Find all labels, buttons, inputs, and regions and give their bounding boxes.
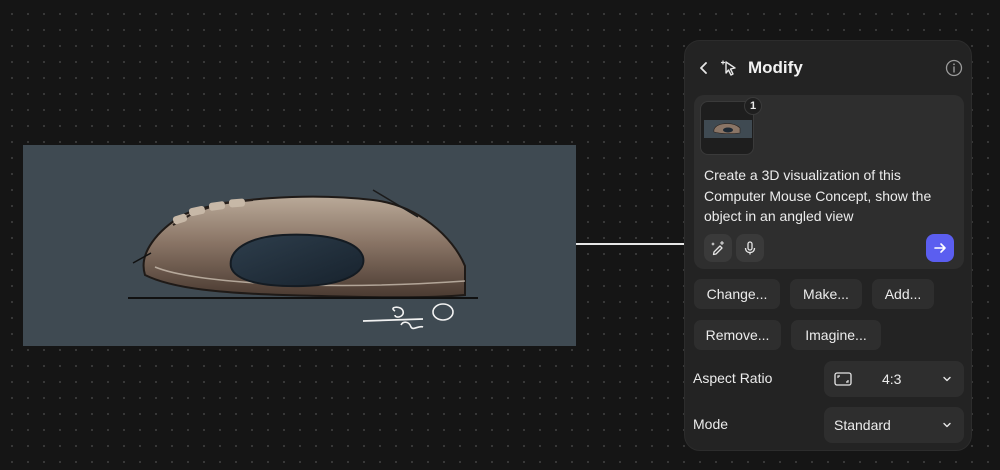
mode-select[interactable]: Standard bbox=[824, 407, 964, 443]
chevron-down-icon bbox=[943, 376, 951, 382]
aspect-ratio-label: Aspect Ratio bbox=[693, 370, 773, 386]
aspect-ratio-select[interactable]: 4:3 bbox=[824, 361, 964, 397]
chevron-down-icon bbox=[943, 422, 951, 428]
mouse-sketch-illustration bbox=[128, 189, 478, 330]
attachment-count-badge: 1 bbox=[744, 97, 762, 115]
info-icon[interactable] bbox=[945, 59, 963, 77]
thumbnail-image bbox=[704, 120, 752, 138]
chevron-left-icon bbox=[700, 62, 707, 74]
back-button[interactable] bbox=[695, 55, 713, 81]
suggestion-make-button[interactable]: Make... bbox=[790, 279, 862, 309]
suggestion-add-button[interactable]: Add... bbox=[872, 279, 934, 309]
panel-title: Modify bbox=[748, 58, 803, 77]
aspect-ratio-value: 4:3 bbox=[882, 371, 902, 387]
modify-panel: Modify 1 Create a 3D visualization of th… bbox=[684, 40, 972, 451]
cursor-sparkle-icon bbox=[720, 60, 736, 76]
microphone-button[interactable] bbox=[736, 234, 764, 262]
aspect-ratio-icon bbox=[834, 372, 852, 386]
panel-header: Modify bbox=[685, 55, 971, 81]
suggestion-imagine-button[interactable]: Imagine... bbox=[791, 320, 881, 350]
thumbnail-mouse-preview bbox=[713, 123, 741, 134]
prompt-box: 1 Create a 3D visualization of this Comp… bbox=[694, 95, 964, 269]
magic-pen-button[interactable] bbox=[704, 234, 732, 262]
magic-pen-icon bbox=[711, 240, 725, 256]
suggestion-remove-button[interactable]: Remove... bbox=[694, 320, 781, 350]
mode-value: Standard bbox=[834, 417, 891, 433]
mode-label: Mode bbox=[693, 416, 729, 432]
canvas-image-mouse-sketch[interactable] bbox=[23, 145, 576, 346]
prompt-input[interactable]: Create a 3D visualization of this Comput… bbox=[704, 165, 958, 227]
arrow-right-icon bbox=[934, 243, 946, 253]
send-button[interactable] bbox=[926, 234, 954, 262]
microphone-icon bbox=[744, 241, 756, 255]
connector-line bbox=[576, 243, 684, 245]
suggestion-change-button[interactable]: Change... bbox=[694, 279, 780, 309]
